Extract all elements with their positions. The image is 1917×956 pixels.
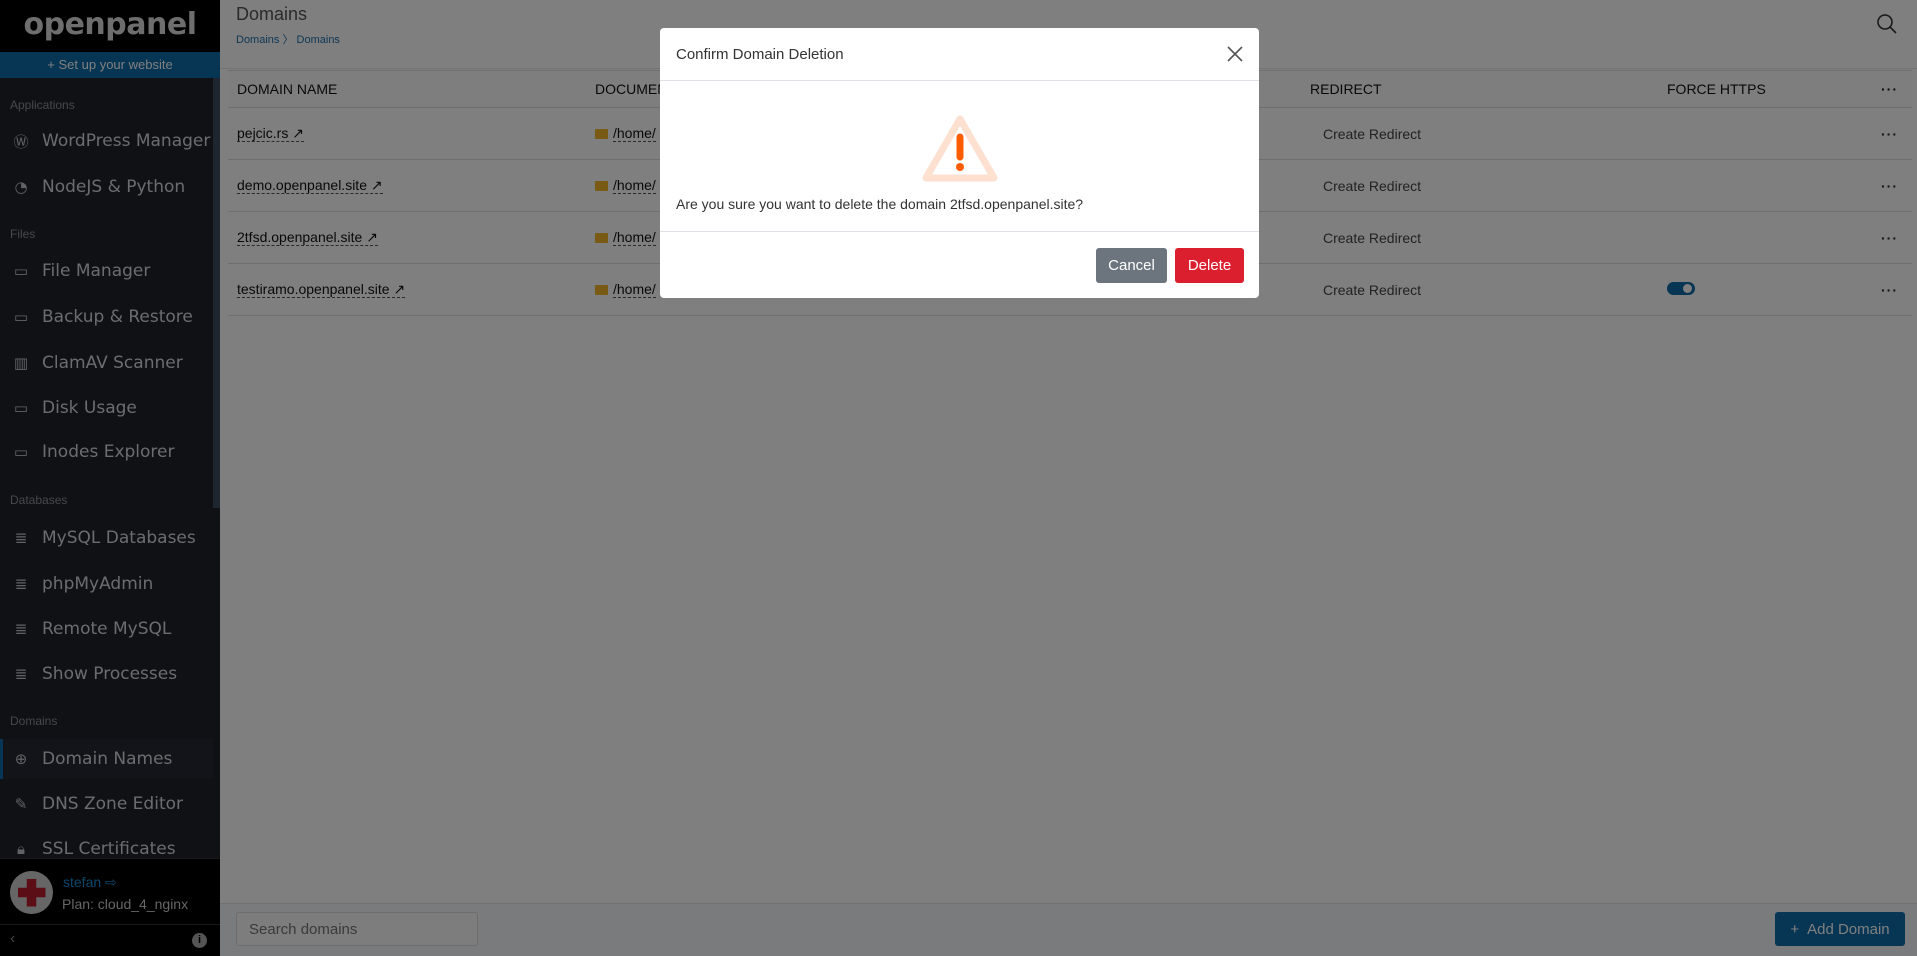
delete-button[interactable]: Delete <box>1175 248 1244 283</box>
cancel-button[interactable]: Cancel <box>1096 248 1167 283</box>
confirm-delete-modal: Confirm Domain Deletion Are you sure you… <box>660 28 1259 298</box>
modal-message: Are you sure you want to delete the doma… <box>676 196 1084 212</box>
modal-footer-divider <box>660 231 1259 232</box>
warning-icon <box>922 115 998 182</box>
modal-title: Confirm Domain Deletion <box>676 46 844 63</box>
close-icon[interactable] <box>1225 44 1245 64</box>
